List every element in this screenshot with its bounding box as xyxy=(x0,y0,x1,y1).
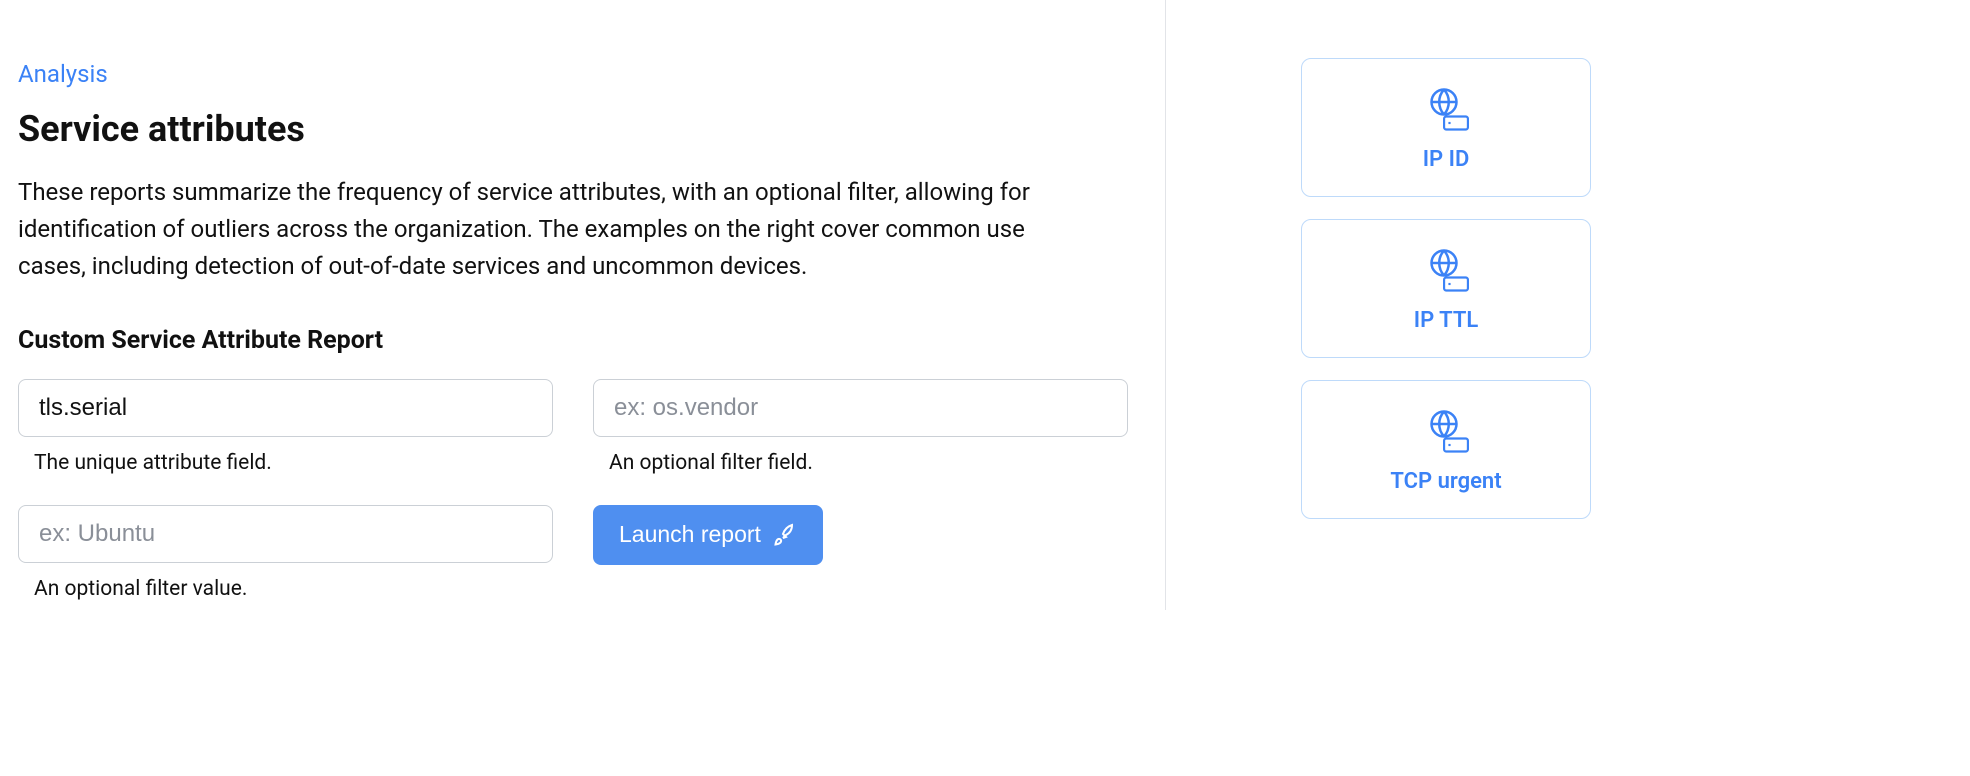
rocket-icon xyxy=(773,523,797,547)
filter-value-input[interactable] xyxy=(18,505,553,563)
card-label: IP TTL xyxy=(1414,308,1478,333)
main-content: Analysis Service attributes These report… xyxy=(0,0,1165,776)
filter-value-help: An optional filter value. xyxy=(18,577,553,601)
page-title: Service attributes xyxy=(18,108,1145,150)
attribute-field-group: The unique attribute field. xyxy=(18,379,553,475)
filter-value-group: An optional filter value. xyxy=(18,505,553,601)
globe-server-icon xyxy=(1425,87,1467,129)
examples-panel: IP ID IP TTL xyxy=(1166,0,1970,776)
card-tcp-urgent[interactable]: TCP urgent xyxy=(1301,380,1591,519)
breadcrumb-analysis[interactable]: Analysis xyxy=(18,60,1145,88)
card-label: IP ID xyxy=(1423,147,1470,172)
filter-field-input[interactable] xyxy=(593,379,1128,437)
page-description: These reports summarize the frequency of… xyxy=(18,174,1038,286)
submit-group: Launch report xyxy=(593,505,823,601)
form-row-1: The unique attribute field. An optional … xyxy=(18,379,1145,475)
launch-report-button[interactable]: Launch report xyxy=(593,505,823,565)
attribute-field-input[interactable] xyxy=(18,379,553,437)
card-ip-ttl[interactable]: IP TTL xyxy=(1301,219,1591,358)
filter-field-help: An optional filter field. xyxy=(593,451,1128,475)
section-title: Custom Service Attribute Report xyxy=(18,326,1145,355)
filter-field-group: An optional filter field. xyxy=(593,379,1128,475)
attribute-field-help: The unique attribute field. xyxy=(18,451,553,475)
form-row-2: An optional filter value. Launch report xyxy=(18,505,1145,601)
launch-report-label: Launch report xyxy=(619,521,761,548)
globe-server-icon xyxy=(1425,409,1467,451)
card-ip-id[interactable]: IP ID xyxy=(1301,58,1591,197)
globe-server-icon xyxy=(1425,248,1467,290)
card-label: TCP urgent xyxy=(1390,469,1501,494)
